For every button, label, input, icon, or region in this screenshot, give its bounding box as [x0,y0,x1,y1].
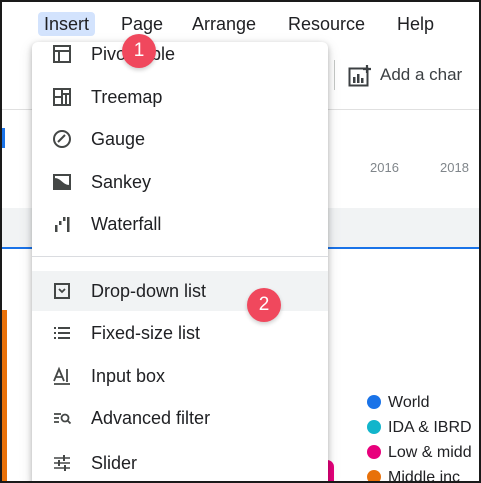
legend-dot [367,394,381,409]
pivot-table-icon [50,42,74,66]
menu-item-advanced-filter[interactable]: Advanced filter [32,398,328,438]
legend-label: IDA & IBRD [388,419,472,436]
menu-divider [32,256,328,257]
menu-item-gauge[interactable]: Gauge [32,119,328,159]
legend-label: Middle inc [388,469,461,483]
menu-item-slider[interactable]: Slider [32,443,328,481]
legend-label: Low & midd [388,444,472,461]
app-window: Insert Page Arrange Resource Help Add a … [0,0,481,483]
menu-item-fixed-size-list[interactable]: Fixed-size list [32,313,328,353]
menu-item-label: Input box [91,366,166,386]
legend-item: World [367,392,479,417]
menu-arrange[interactable]: Arrange [186,12,262,36]
toolbar-divider [334,60,335,90]
sankey-icon [50,170,74,194]
menu-item-label: Sankey [91,172,152,192]
legend-dot [367,469,381,481]
menu-page[interactable]: Page [115,12,169,36]
legend-dot [367,444,381,459]
legend-item: Low & midd [367,442,479,467]
slider-icon [50,451,74,475]
selection-marker [2,128,5,148]
legend-dot [367,419,381,434]
add-chart-label: Add a char [380,65,463,84]
chart-legend: World IDA & IBRD Low & midd Middle inc [367,392,479,483]
menu-item-label: Treemap [91,87,163,107]
menu-item-label: Slider [91,453,138,473]
menu-item-pivot-table[interactable]: Pivot table [32,34,328,74]
step-badge-2: 2 [247,288,281,322]
menu-item-sankey[interactable]: Sankey [32,162,328,202]
menu-item-label: Gauge [91,129,146,149]
fixed-size-list-icon [50,321,74,345]
step-badge-1: 1 [122,34,156,68]
menu-item-label: Waterfall [91,214,162,234]
treemap-icon [50,85,74,109]
waterfall-icon [50,212,74,236]
menu-item-label: Fixed-size list [91,323,201,343]
menu-item-input-box[interactable]: Input box [32,356,328,396]
legend-item: Middle inc [367,467,479,483]
menu-item-waterfall[interactable]: Waterfall [32,204,328,244]
legend-label: World [388,394,430,411]
menu-item-treemap[interactable]: Treemap [32,77,328,117]
insert-menu-dropdown: Pivot table Treemap Gauge Sankey Waterfa [32,42,328,481]
add-chart-icon [348,64,372,87]
axis-label: 2018 [440,160,469,175]
advanced-filter-icon [50,406,74,430]
menu-resource[interactable]: Resource [282,12,371,36]
dropdown-list-icon [50,279,74,303]
axis-label: 2016 [370,160,399,175]
menu-item-label: Advanced filter [91,408,211,428]
legend-item: IDA & IBRD [367,417,479,442]
menu-help[interactable]: Help [391,12,440,36]
menu-insert[interactable]: Insert [38,12,96,36]
menu-item-label: Drop-down list [91,281,207,301]
chart-edge [2,310,7,481]
gauge-icon [50,127,74,151]
add-chart-button[interactable]: Add a char [348,62,462,88]
input-box-icon [50,364,74,388]
menu-item-dropdown-list[interactable]: Drop-down list [32,271,328,311]
